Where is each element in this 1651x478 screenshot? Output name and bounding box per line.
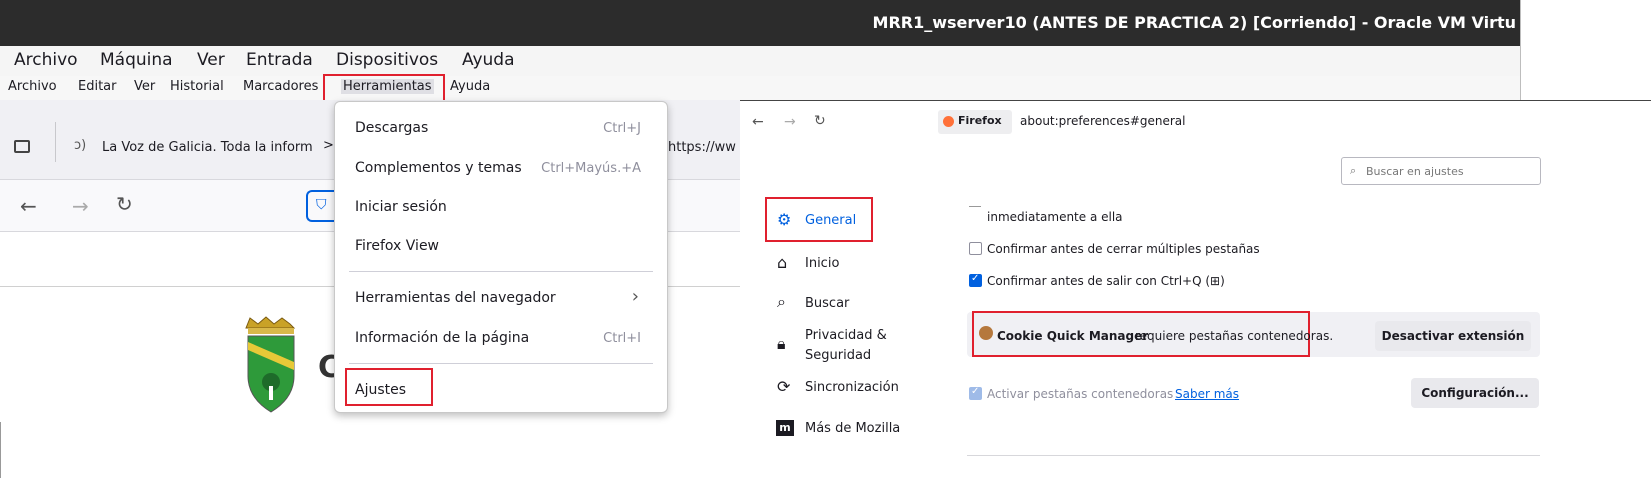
vm-menubar: Archivo Máquina Ver Entrada Dispositivos… xyxy=(0,46,1520,76)
sidebar-item-inicio[interactable]: Inicio xyxy=(805,256,839,271)
extension-name: Cookie Quick Manager xyxy=(997,329,1149,343)
extension-message: requiere pestañas contenedoras. xyxy=(1135,329,1334,343)
loading-icon: ↄ) xyxy=(74,138,87,153)
divider xyxy=(55,122,56,162)
learn-more-link[interactable]: Saber más xyxy=(1175,387,1239,401)
sidebar-item-general[interactable]: General xyxy=(805,213,856,228)
ff-menu-historial[interactable]: Historial xyxy=(170,79,224,94)
forward-icon[interactable]: → xyxy=(72,194,89,218)
home-icon: ⌂ xyxy=(777,253,788,272)
vm-menu-entrada[interactable]: Entrada xyxy=(246,50,313,70)
lock-icon: 🔒︎ xyxy=(777,334,786,353)
coat-of-arms-logo xyxy=(245,316,296,413)
divider xyxy=(0,422,1,478)
vm-menu-archivo[interactable]: Archivo xyxy=(14,50,78,70)
ff-menu-archivo[interactable]: Archivo xyxy=(8,79,57,94)
forward-icon[interactable]: → xyxy=(784,114,796,130)
firefox-icon xyxy=(943,116,954,127)
menu-item-descargas[interactable]: Descargas xyxy=(355,120,428,136)
disable-extension-button[interactable]: Desactivar extensión xyxy=(1375,321,1531,351)
desktop-background xyxy=(1520,0,1651,100)
checkbox-partial xyxy=(969,206,981,207)
vm-menu-ver[interactable]: Ver xyxy=(197,50,225,70)
vm-menu-maquina[interactable]: Máquina xyxy=(100,50,173,70)
sidebar-item-sincronizacion[interactable]: Sincronización xyxy=(805,380,899,395)
sidebar-item-privacidad[interactable]: Privacidad & xyxy=(805,328,887,343)
vm-menu-dispositivos[interactable]: Dispositivos xyxy=(336,50,438,70)
menu-item-firefox-view[interactable]: Firefox View xyxy=(355,238,439,254)
tab-overflow-icon: > xyxy=(323,138,334,153)
search-placeholder: Buscar en ajustes xyxy=(1366,165,1464,178)
search-icon: ⌕ xyxy=(777,292,786,311)
identity-label: Firefox xyxy=(958,114,1002,127)
chevron-right-icon: › xyxy=(631,286,639,307)
sidebar-item-seguridad[interactable]: Seguridad xyxy=(805,348,871,363)
ff-menu-ver[interactable]: Ver xyxy=(134,79,155,94)
menu-item-informacion-pagina[interactable]: Información de la página xyxy=(355,330,529,346)
back-icon[interactable]: ← xyxy=(20,194,37,218)
cookie-icon xyxy=(979,326,993,340)
sidebar-item-buscar[interactable]: Buscar xyxy=(805,296,849,311)
shield-icon[interactable]: ⛉ xyxy=(316,197,327,213)
highlight-box-herramientas xyxy=(323,74,445,102)
confirm-close-tabs-checkbox[interactable] xyxy=(969,242,982,255)
gear-icon: ⚙ xyxy=(777,210,792,229)
vm-window-title: MRR1_wserver10 (ANTES DE PRACTICA 2) [Co… xyxy=(872,13,1516,32)
divider xyxy=(967,455,1540,456)
vm-menu-ayuda[interactable]: Ayuda xyxy=(462,50,515,70)
tab-url: https://ww xyxy=(668,140,736,155)
containers-settings-button[interactable]: Configuración... xyxy=(1411,378,1539,408)
containers-checkbox[interactable] xyxy=(969,386,982,400)
shortcut-complementos: Ctrl+Mayús.+A xyxy=(541,161,641,176)
prefs-url[interactable]: about:preferences#general xyxy=(1020,114,1186,128)
menu-item-complementos[interactable]: Complementos y temas xyxy=(355,160,522,176)
reload-icon[interactable]: ↻ xyxy=(814,113,826,129)
preferences-toolbar: ← → ↻ Firefox about:preferences#general xyxy=(740,101,1651,147)
menu-separator xyxy=(349,363,653,364)
reload-icon[interactable]: ↻ xyxy=(116,192,133,216)
menu-item-iniciar-sesion[interactable]: Iniciar sesión xyxy=(355,199,447,215)
menu-item-herramientas-navegador[interactable]: Herramientas del navegador xyxy=(355,290,556,306)
tools-menu: Descargas Ctrl+J Complementos y temas Ct… xyxy=(334,101,668,413)
firefox-menubar: Archivo Editar Ver Historial Marcadores … xyxy=(0,76,1520,100)
mozilla-icon: m xyxy=(776,420,794,436)
confirm-quit-label[interactable]: Confirmar antes de salir con Ctrl+Q (⊞) xyxy=(987,274,1225,288)
vm-title-bar: MRR1_wserver10 (ANTES DE PRACTICA 2) [Co… xyxy=(0,0,1520,46)
ff-menu-editar[interactable]: Editar xyxy=(78,79,117,94)
menu-separator xyxy=(349,271,653,272)
ff-menu-ayuda[interactable]: Ayuda xyxy=(450,79,490,94)
tab-list-icon[interactable] xyxy=(14,140,30,153)
sync-icon: ⟳ xyxy=(777,377,791,396)
tab-title[interactable]: La Voz de Galicia. Toda la inform xyxy=(102,140,313,155)
ff-menu-marcadores[interactable]: Marcadores xyxy=(243,79,318,94)
sidebar-item-mas-mozilla[interactable]: Más de Mozilla xyxy=(805,421,900,436)
containers-label: Activar pestañas contenedoras xyxy=(987,387,1174,401)
shortcut-descargas: Ctrl+J xyxy=(603,121,641,136)
back-icon[interactable]: ← xyxy=(752,114,764,130)
shortcut-informacion-pagina: Ctrl+I xyxy=(603,331,641,346)
confirm-quit-checkbox[interactable] xyxy=(969,273,982,287)
search-icon: ⌕ xyxy=(1350,164,1357,177)
settings-search-input[interactable]: ⌕ Buscar en ajustes xyxy=(1341,157,1541,185)
highlight-box-ajustes xyxy=(345,368,433,406)
option-partial-text: inmediatamente a ella xyxy=(987,210,1123,224)
confirm-close-tabs-label[interactable]: Confirmar antes de cerrar múltiples pest… xyxy=(987,242,1260,256)
